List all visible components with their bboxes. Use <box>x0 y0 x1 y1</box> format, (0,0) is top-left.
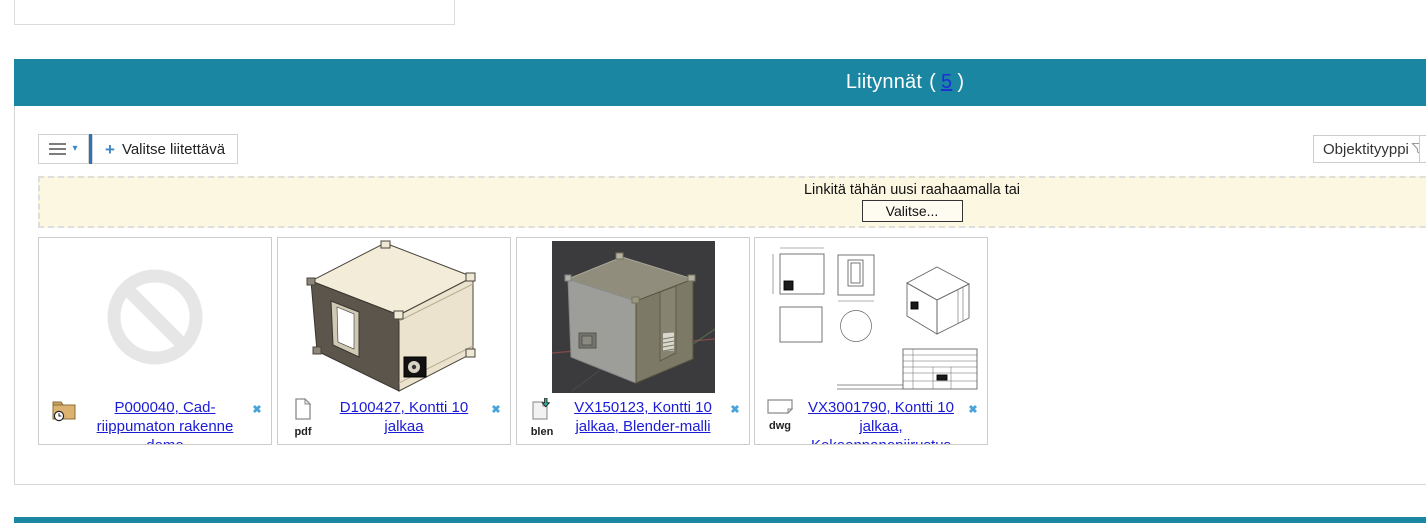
attachment-link[interactable]: P000040, Cad-riippumaton rakenne demo <box>82 396 248 445</box>
attachment-link[interactable]: D100427, Kontti 10 jalkaa <box>321 396 487 436</box>
folder-clock-icon <box>46 396 82 427</box>
card-footer: dwg VX3001790, Kontti 10 jalkaa, Kokoonp… <box>755 396 987 445</box>
remove-attachment-icon[interactable]: ✖ <box>491 404 500 416</box>
blend-file-icon: blen <box>524 396 560 438</box>
page: Näytä raporteissa Liitynnät ( 5 ) ▾ + Va… <box>0 0 1426 523</box>
thumbnail-blender-render[interactable] <box>517 238 749 396</box>
choose-file-button[interactable]: Valitse... <box>862 200 963 222</box>
attachment-card: pdf D100427, Kontti 10 jalkaa ✖ <box>277 237 511 445</box>
plus-icon: + <box>105 141 115 158</box>
file-type-label: dwg <box>762 420 798 432</box>
thumbnail-cad-drawing[interactable] <box>755 238 987 396</box>
dropzone-message: Linkitä tähän uusi raahaamalla tai <box>40 182 1426 198</box>
attachment-card: dwg VX3001790, Kontti 10 jalkaa, Kokoonp… <box>754 237 988 445</box>
card-footer: P000040, Cad-riippumaton rakenne demo ✖ <box>39 396 271 445</box>
chevron-down-icon: ▾ <box>72 144 77 154</box>
no-preview-icon <box>105 267 205 367</box>
attachments-panel: ▾ + Valitse liitettävä Objektityyppi L L… <box>14 106 1426 485</box>
dwg-file-icon: dwg <box>762 396 798 432</box>
section-header-liitynnat: Liitynnät ( 5 ) <box>14 59 1426 106</box>
attachment-card: P000040, Cad-riippumaton rakenne demo ✖ <box>38 237 272 445</box>
toolbar-button-group: ▾ + Valitse liitettävä <box>38 134 238 164</box>
attachment-count-link[interactable]: 5 <box>941 71 952 94</box>
thumbnail-no-preview[interactable] <box>39 238 271 396</box>
right-clipped-filter[interactable]: L <box>1419 135 1426 163</box>
select-attachable-label: Valitse liitettävä <box>122 141 225 158</box>
attachment-card: blen VX150123, Kontti 10 jalkaa, Blender… <box>516 237 750 445</box>
container-3d-render <box>301 239 487 395</box>
link-dropzone[interactable]: Linkitä tähän uusi raahaamalla tai Valit… <box>38 176 1426 228</box>
object-type-filter-label: Objektityyppi <box>1323 141 1409 158</box>
previous-section-panel: Näytä raporteissa <box>14 0 455 25</box>
count-paren-close: ) <box>957 71 964 94</box>
hamburger-icon <box>49 143 66 155</box>
attachment-link[interactable]: VX150123, Kontti 10 jalkaa, Blender-mall… <box>560 396 726 436</box>
section-title: Liitynnät <box>846 71 922 94</box>
list-menu-button[interactable]: ▾ <box>38 134 89 164</box>
card-footer: pdf D100427, Kontti 10 jalkaa ✖ <box>278 396 510 438</box>
file-type-label: pdf <box>285 426 321 438</box>
count-paren-open: ( <box>929 71 936 94</box>
file-type-label: blen <box>524 426 560 438</box>
remove-attachment-icon[interactable]: ✖ <box>252 404 261 416</box>
assembly-drawing <box>765 244 978 391</box>
remove-attachment-icon[interactable]: ✖ <box>730 404 739 416</box>
next-section-header <box>14 517 1426 523</box>
blender-viewport <box>552 241 715 393</box>
pdf-file-icon: pdf <box>285 396 321 438</box>
object-type-filter[interactable]: Objektityyppi <box>1313 135 1426 163</box>
thumbnail-3d-model[interactable] <box>278 238 510 396</box>
remove-attachment-icon[interactable]: ✖ <box>968 404 977 416</box>
card-footer: blen VX150123, Kontti 10 jalkaa, Blender… <box>517 396 749 438</box>
attachment-link[interactable]: VX3001790, Kontti 10 jalkaa, Kokoonpanop… <box>798 396 964 445</box>
select-attachable-button[interactable]: + Valitse liitettävä <box>92 134 238 164</box>
